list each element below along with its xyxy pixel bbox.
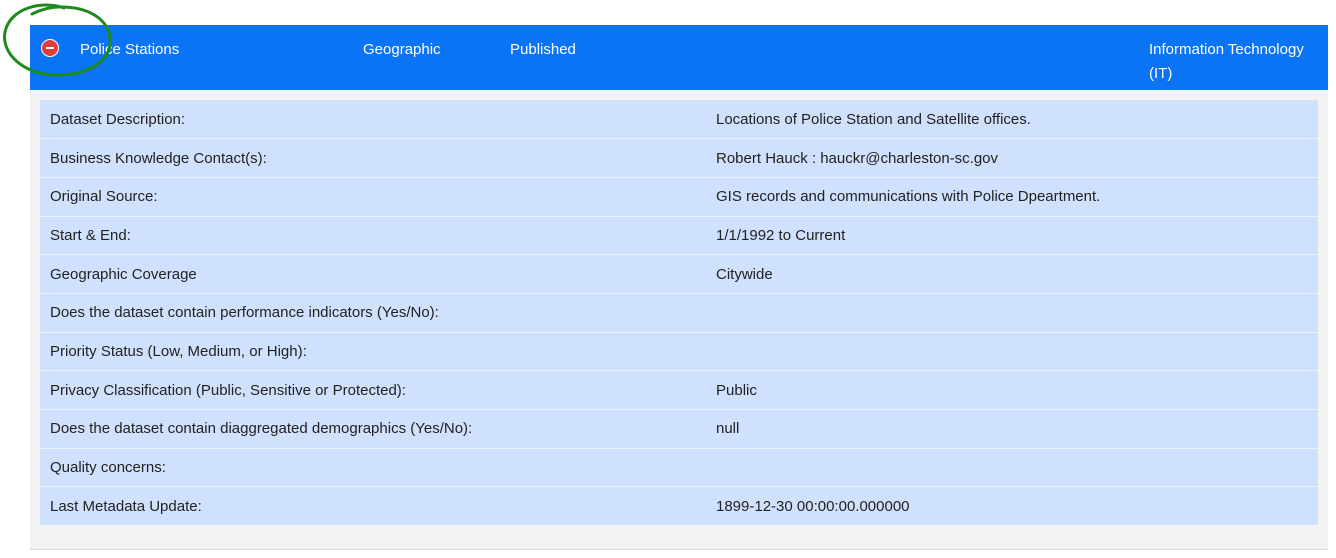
table-row: Start & End: 1/1/1992 to Current (40, 216, 1318, 255)
minus-circle-icon[interactable] (41, 39, 59, 57)
table-row: Priority Status (Low, Medium, or High): (40, 332, 1318, 371)
table-row: Privacy Classification (Public, Sensitiv… (40, 370, 1318, 410)
table-row: Dataset Description: Locations of Police… (40, 100, 1318, 139)
table-row: Does the dataset contain diaggregated de… (40, 409, 1318, 449)
dataset-type: Geographic (363, 41, 441, 58)
table-row: Original Source: GIS records and communi… (40, 177, 1318, 217)
table-row: Quality concerns: (40, 448, 1318, 487)
row-label: Business Knowledge Contact(s): (50, 149, 267, 167)
row-value (706, 332, 1318, 371)
row-label: Priority Status (Low, Medium, or High): (50, 342, 307, 360)
dataset-name: Police Stations (80, 41, 180, 58)
row-value (706, 293, 1318, 332)
row-value: 1/1/1992 to Current (716, 226, 846, 244)
row-label: Geographic Coverage (50, 265, 197, 283)
row-value: Public (716, 381, 757, 399)
row-value: null (716, 420, 740, 438)
row-value: GIS records and communications with Poli… (716, 188, 1101, 206)
dataset-details-table: Dataset Description: Locations of Police… (40, 100, 1318, 526)
row-label: Does the dataset contain performance ind… (50, 304, 439, 322)
table-row: Geographic Coverage Citywide (40, 254, 1318, 294)
row-label: Start & End: (50, 226, 131, 244)
row-label: Original Source: (50, 188, 158, 206)
row-value: Robert Hauck : hauckr@charleston-sc.gov (716, 149, 999, 167)
row-label: Quality concerns: (50, 459, 166, 477)
row-label: Last Metadata Update: (50, 497, 202, 515)
dataset-header-row[interactable]: Police Stations Geographic Published Inf… (30, 25, 1328, 90)
table-row: Does the dataset contain performance ind… (40, 293, 1318, 333)
table-row: Last Metadata Update: 1899-12-30 00:00:0… (40, 486, 1318, 526)
dataset-panel: Police Stations Geographic Published Inf… (30, 25, 1328, 550)
row-value: Citywide (716, 265, 773, 283)
row-label: Dataset Description: (50, 110, 186, 128)
minus-bar (46, 47, 54, 49)
row-value: 1899-12-30 00:00:00.000000 (716, 497, 910, 515)
row-value (706, 448, 1318, 487)
dataset-department: Information Technology (IT) (1149, 41, 1304, 82)
dataset-status: Published (510, 41, 576, 58)
row-value: Locations of Police Station and Satellit… (716, 110, 1031, 128)
table-row: Business Knowledge Contact(s): Robert Ha… (40, 138, 1318, 178)
row-label: Does the dataset contain diaggregated de… (50, 420, 473, 438)
row-label: Privacy Classification (Public, Sensitiv… (50, 381, 406, 399)
